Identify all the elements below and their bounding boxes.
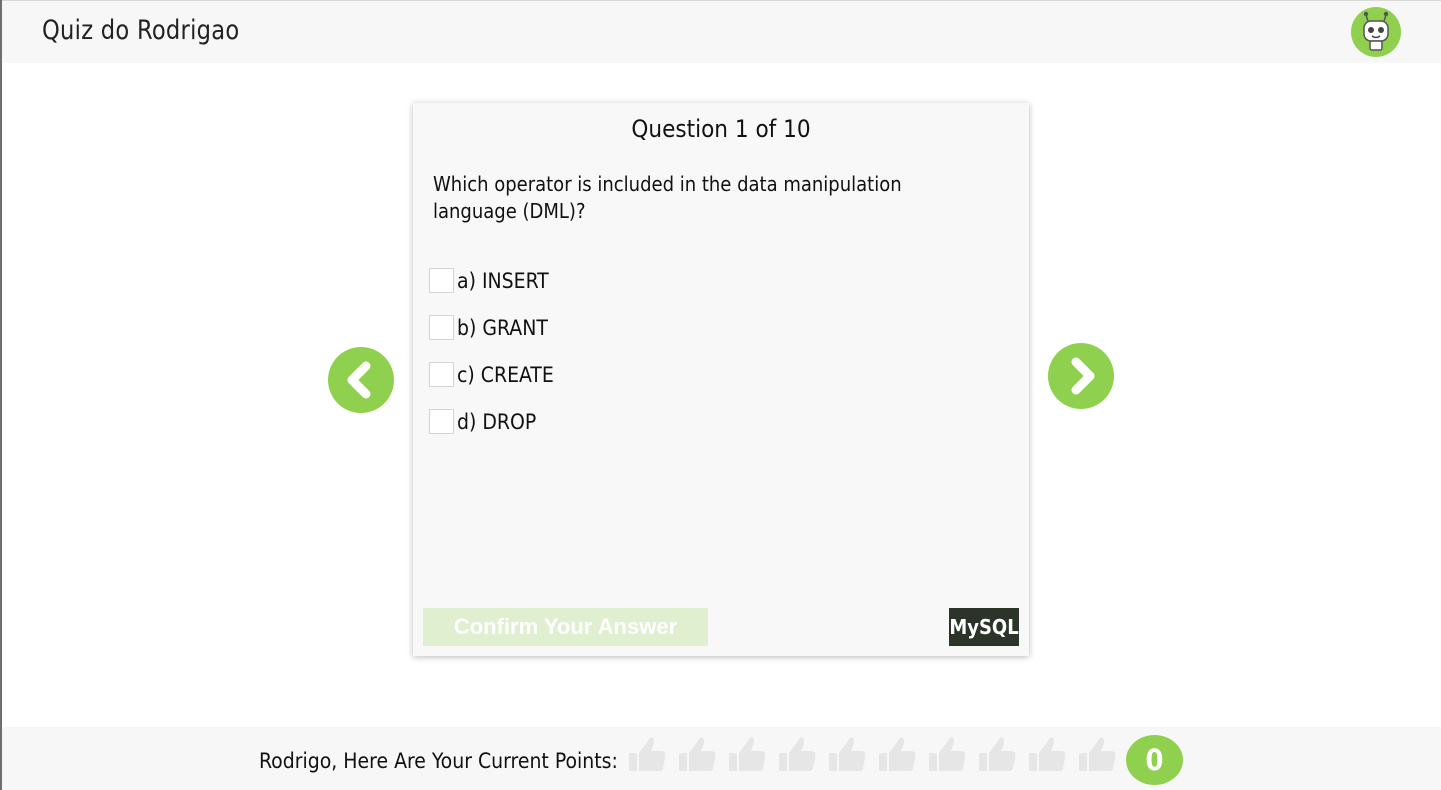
option-d-checkbox[interactable] xyxy=(429,409,454,434)
thumbs-up-icon xyxy=(679,737,716,771)
app-header: Quiz do Rodrigao xyxy=(2,1,1441,63)
chevron-right-icon xyxy=(1071,357,1095,395)
chevron-left-icon xyxy=(347,361,371,399)
score-badge: 0 xyxy=(1126,735,1183,785)
robot-icon[interactable] xyxy=(1351,7,1401,57)
option-d-label: d) DROP xyxy=(457,409,537,434)
next-question-button[interactable] xyxy=(1048,343,1114,409)
thumbs-up-icon xyxy=(629,737,666,771)
option-a-checkbox[interactable] xyxy=(429,268,454,293)
question-counter: Question 1 of 10 xyxy=(631,115,811,143)
thumbs-up-icon xyxy=(1029,737,1066,771)
points-thumbs xyxy=(624,733,1124,775)
window-left-border xyxy=(0,0,2,790)
thumbs-up-icon xyxy=(979,737,1016,771)
confirm-answer-button[interactable]: Confirm Your Answer xyxy=(423,608,708,646)
option-d[interactable]: d) DROP xyxy=(429,408,554,435)
option-a-label: a) INSERT xyxy=(457,268,549,293)
option-a[interactable]: a) INSERT xyxy=(429,267,554,294)
answer-options: a) INSERT b) GRANT c) CREATE d) DROP xyxy=(429,267,554,455)
thumbs-up-icon xyxy=(779,737,816,771)
points-label: Rodrigo, Here Are Your Current Points: xyxy=(259,749,618,773)
question-card: Question 1 of 10 Which operator is inclu… xyxy=(413,103,1029,656)
topic-tag: MySQL xyxy=(949,608,1019,646)
thumbs-up-icon xyxy=(879,737,916,771)
points-footer: Rodrigo, Here Are Your Current Points: 0 xyxy=(2,727,1441,790)
thumbs-up-icon xyxy=(829,737,866,771)
option-c[interactable]: c) CREATE xyxy=(429,361,554,388)
option-b-checkbox[interactable] xyxy=(429,315,454,340)
option-b[interactable]: b) GRANT xyxy=(429,314,554,341)
option-c-checkbox[interactable] xyxy=(429,362,454,387)
thumbs-up-icon xyxy=(1079,737,1116,771)
thumbs-up-icon xyxy=(929,737,966,771)
option-c-label: c) CREATE xyxy=(457,362,554,387)
previous-question-button[interactable] xyxy=(328,347,394,413)
thumbs-up-icon xyxy=(729,737,766,771)
option-b-label: b) GRANT xyxy=(457,315,548,340)
app-title: Quiz do Rodrigao xyxy=(42,15,240,46)
question-text: Which operator is included in the data m… xyxy=(433,172,902,223)
